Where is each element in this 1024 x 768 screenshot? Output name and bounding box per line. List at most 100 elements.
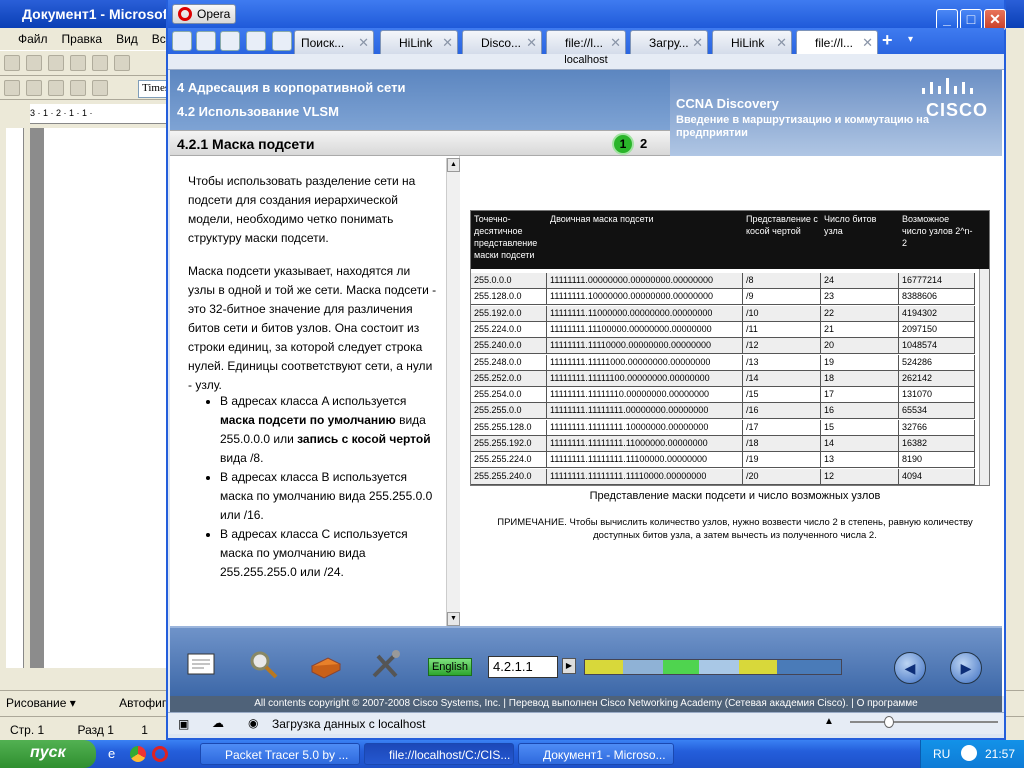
tab-search[interactable]: Поиск... ✕ [294,30,374,54]
view-menu-icon[interactable]: ▲ [824,716,834,727]
save-icon[interactable] [48,55,64,71]
language-indicator[interactable]: RU [933,747,950,761]
status-page-num: 1 [141,723,148,737]
open-folder-icon[interactable] [26,55,42,71]
progress-segment [663,660,699,674]
save-icon[interactable] [4,80,20,96]
close-tab-icon[interactable]: ✕ [526,35,537,51]
word-menu-edit[interactable]: Правка [62,32,103,46]
print-icon[interactable] [26,80,42,96]
opera-statusbar: ▣ ☁ ◉ Загрузка данных с localhost ▲ [168,712,1004,734]
search-icon[interactable] [220,31,240,51]
zoom-slider[interactable] [850,721,998,723]
text-scrollbar[interactable]: ▲ ▼ [446,158,460,626]
system-tray: RU 21:57 [920,740,1024,768]
page-1-button[interactable]: 1 [612,133,634,155]
close-tab-icon[interactable]: ✕ [610,35,621,51]
cell-hostbits: 24 [821,273,899,288]
scroll-down-icon[interactable]: ▼ [447,612,460,626]
paste-icon[interactable] [92,80,108,96]
opera-icon[interactable] [152,746,168,762]
brand-title: CCNA Discovery [676,96,779,111]
status-text: Загрузка данных с localhost [272,717,426,731]
tab-menu-icon[interactable]: ▾ [908,34,913,45]
cell-binary: 11111111.10000000.00000000.00000000 [547,289,743,305]
cloud-icon[interactable]: ☁ [212,716,224,730]
drawing-menu[interactable]: Рисование ▾ [6,696,76,710]
tab-download[interactable]: Загру... ✕ [630,30,708,54]
start-button[interactable]: пуск [0,740,96,768]
new-tab-icon[interactable]: + [882,30,893,51]
close-tab-icon[interactable]: ✕ [862,35,873,51]
course-content: 4 Адресация в корпоративной сети 4.2 Исп… [170,70,1004,712]
close-button[interactable]: ✕ [984,9,1006,30]
task-packet-tracer[interactable]: Packet Tracer 5.0 by ... [200,743,360,765]
status-section: Разд 1 [77,723,114,737]
tab-file-1[interactable]: file://l... ✕ [546,30,626,54]
close-tab-icon[interactable]: ✕ [358,35,369,51]
task-word[interactable]: Документ1 - Microso... [518,743,674,765]
word-menu-view[interactable]: Вид [116,32,138,46]
copy-icon[interactable] [70,80,86,96]
chrome-icon[interactable] [130,746,146,762]
page-number-input[interactable]: 4.2.1.1 [488,656,558,678]
zoom-slider-handle[interactable] [884,716,894,728]
tab-label: file://l... [815,36,854,50]
maximize-button[interactable]: □ [960,9,982,30]
chapter-title: 4 Адресация в корпоративной сети [177,80,406,95]
tools-icon[interactable] [368,648,404,682]
cell-binary: 11111111.11110000.00000000.00000000 [547,338,743,354]
table-scrollbar[interactable] [979,269,989,485]
cell-hosts: 16777214 [899,273,975,288]
print-icon[interactable] [114,55,130,71]
word-menu-file[interactable]: Файл [18,32,48,46]
cell-hosts: 8388606 [899,289,975,305]
minimize-button[interactable]: _ [936,9,958,30]
close-tab-icon[interactable]: ✕ [776,35,787,51]
print-preview-icon[interactable] [92,55,108,71]
close-tab-icon[interactable]: ✕ [692,35,703,51]
cell-dotted: 255.255.128.0 [471,419,547,435]
page-2-button[interactable]: 2 [640,136,647,151]
feed-icon[interactable] [196,31,216,51]
new-doc-icon[interactable] [4,55,20,71]
cell-hostbits: 23 [821,289,899,305]
tray-icon[interactable] [961,745,977,761]
opera-menu-button[interactable]: Opera [172,4,236,24]
word-scrollbar[interactable] [1005,28,1024,688]
permission-icon[interactable] [70,55,86,71]
vk-icon[interactable] [246,31,266,51]
progress-bar[interactable] [584,659,842,675]
document-page[interactable] [44,128,174,668]
yandex-icon[interactable] [272,31,292,51]
word-standard-toolbar [0,50,170,76]
search-icon[interactable] [246,648,282,682]
cut-icon[interactable] [48,80,64,96]
panel-toggle-icon[interactable]: ▣ [178,717,189,731]
scroll-up-icon[interactable]: ▲ [447,158,460,172]
task-opera[interactable]: file://localhost/C:/CIS... [364,743,514,765]
tab-label: HiLink [731,36,765,50]
about-link[interactable]: О программе [857,698,918,709]
tab-file-active[interactable]: file://l... ✕ [796,30,878,54]
language-button[interactable]: English [428,658,472,676]
next-page-button[interactable]: ▶ [950,652,982,684]
tab-hilink-2[interactable]: HiLink ✕ [712,30,792,54]
mail-icon[interactable] [172,31,192,51]
notes-icon[interactable] [184,648,220,682]
speed-icon[interactable]: ◉ [248,716,258,730]
tab-hilink-1[interactable]: HiLink ✕ [380,30,458,54]
tab-label: Поиск... [301,36,345,50]
section-heading: 4.2 Использование VLSM [177,104,339,119]
cell-binary: 11111111.11111110.00000000.00000000 [547,387,743,403]
tab-disco[interactable]: Disco... ✕ [462,30,542,54]
progress-segment [699,660,739,674]
close-tab-icon[interactable]: ✕ [442,35,453,51]
opera-tabbar: Поиск... ✕ HiLink ✕ Disco... ✕ file://l... ✕… [168,28,1004,54]
book-icon[interactable] [308,648,344,682]
cell-binary: 11111111.11111000.00000000.00000000 [547,354,743,370]
prev-page-button[interactable]: ◀ [894,652,926,684]
ie-icon[interactable]: e [108,746,115,761]
opera-titlebar: Opera _ □ ✕ [168,0,1006,30]
go-arrow-icon[interactable]: ▶ [562,658,576,674]
